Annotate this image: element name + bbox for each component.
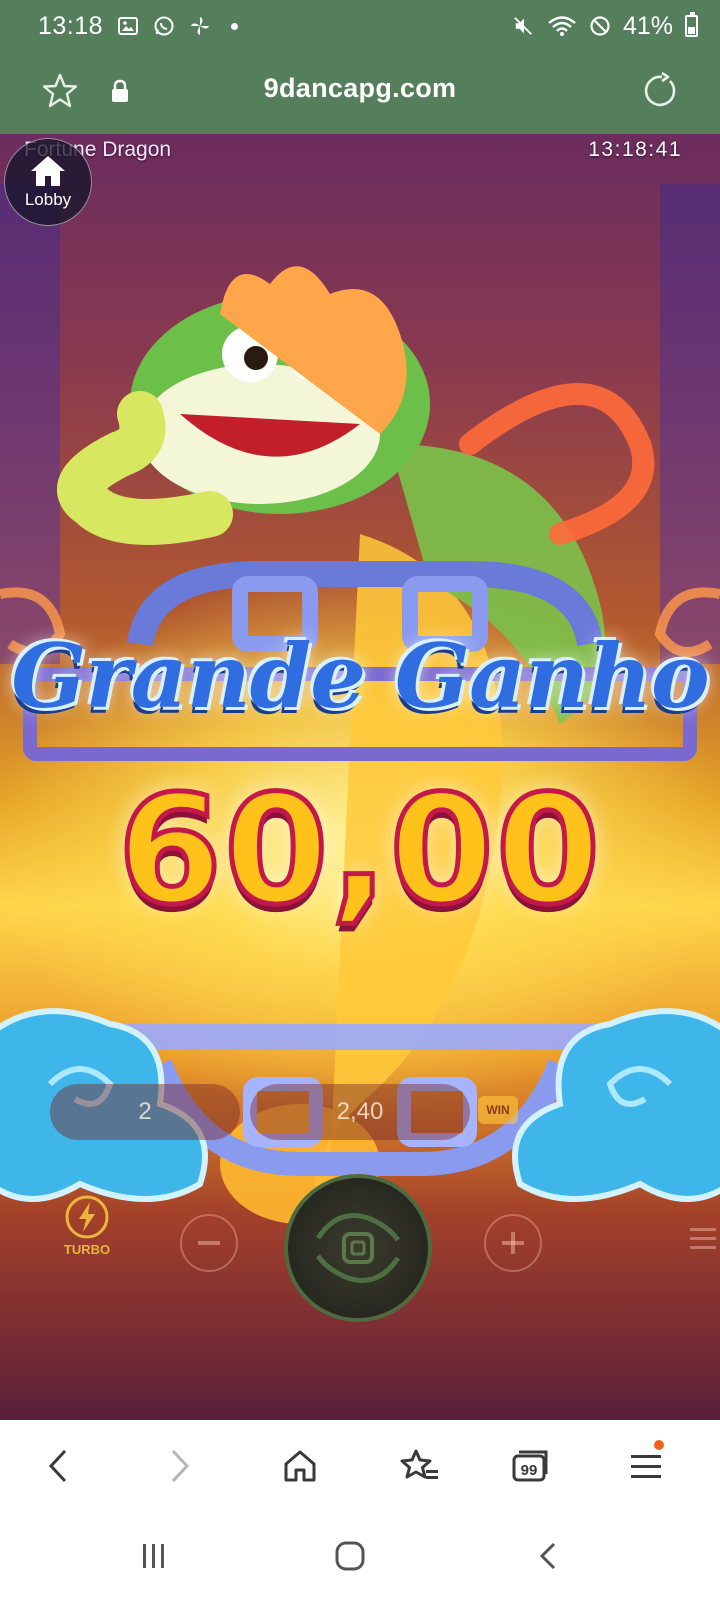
notification-dot-icon: [654, 1440, 664, 1450]
forward-button[interactable]: [158, 1444, 202, 1488]
system-back-button[interactable]: [526, 1534, 570, 1578]
status-time: 13:18: [38, 11, 104, 40]
recents-icon: [143, 1544, 164, 1568]
whatsapp-icon: [153, 15, 175, 37]
url-text[interactable]: 9dancapg.com: [0, 73, 720, 104]
home-icon: [284, 1450, 316, 1482]
menu-icon: [631, 1455, 661, 1478]
lightning-icon: [65, 1195, 109, 1239]
game-menu-icon[interactable]: [690, 1224, 716, 1254]
menu-button[interactable]: [624, 1440, 668, 1488]
minus-icon: [198, 1241, 220, 1245]
turbo-button[interactable]: TURBO: [54, 1194, 120, 1274]
lobby-label: Lobby: [24, 190, 72, 209]
status-bar: 13:18 41%: [0, 0, 720, 52]
big-win-banner: Grande Ganho: [11, 624, 710, 728]
browser-toolbar: 99: [0, 1420, 720, 1512]
pinwheel-icon: [189, 15, 211, 37]
home-button[interactable]: [278, 1444, 322, 1488]
tabs-button[interactable]: 99: [508, 1444, 552, 1488]
plus-icon: [502, 1232, 524, 1254]
balance-pill: 2,40: [250, 1084, 470, 1140]
lobby-button[interactable]: Lobby: [4, 138, 92, 226]
tabs-count: 99: [521, 1462, 538, 1479]
reload-icon[interactable]: [640, 71, 680, 111]
bet-value: 2: [138, 1098, 152, 1125]
tabs-icon: 99: [512, 1450, 548, 1482]
system-home-button[interactable]: [328, 1534, 372, 1578]
back-icon: [48, 1449, 67, 1483]
game-clock: 13:18:41: [588, 138, 682, 161]
battery-percent: 41%: [622, 11, 673, 40]
spin-button[interactable]: [284, 1174, 432, 1322]
game-canvas[interactable]: Fortune Dragon 13:18:41 Lobby Grande Gan…: [0, 134, 720, 1420]
bet-pill: 2: [50, 1084, 240, 1140]
game-controls: TURBO: [0, 1164, 720, 1324]
turbo-label: TURBO: [63, 1242, 111, 1257]
decrease-bet-button[interactable]: [180, 1214, 238, 1272]
balance-value: 2,40: [336, 1098, 384, 1125]
win-badge-icon: WIN: [478, 1096, 518, 1124]
mute-icon: [513, 15, 535, 37]
win-amount: 60,00: [115, 762, 603, 941]
home-icon: [31, 156, 65, 186]
battery-icon: [685, 12, 698, 37]
back-button[interactable]: [36, 1444, 80, 1488]
home-icon: [335, 1541, 365, 1571]
bookmarks-icon: [400, 1449, 438, 1479]
system-nav-bar: [0, 1512, 720, 1600]
wifi-icon: [547, 15, 577, 37]
back-icon: [539, 1542, 556, 1570]
gallery-icon: [117, 15, 139, 37]
browser-url-bar: 9dancapg.com: [0, 52, 720, 134]
bet-info-row: 2 2,40 WIN: [0, 1084, 720, 1144]
recents-button[interactable]: [132, 1534, 176, 1578]
notification-dot-icon: [231, 22, 239, 30]
forward-icon: [171, 1449, 190, 1483]
dnd-icon: [589, 15, 611, 37]
spin-icon: [315, 1213, 401, 1283]
bookmarks-button[interactable]: [398, 1444, 442, 1488]
increase-bet-button[interactable]: [484, 1214, 542, 1272]
